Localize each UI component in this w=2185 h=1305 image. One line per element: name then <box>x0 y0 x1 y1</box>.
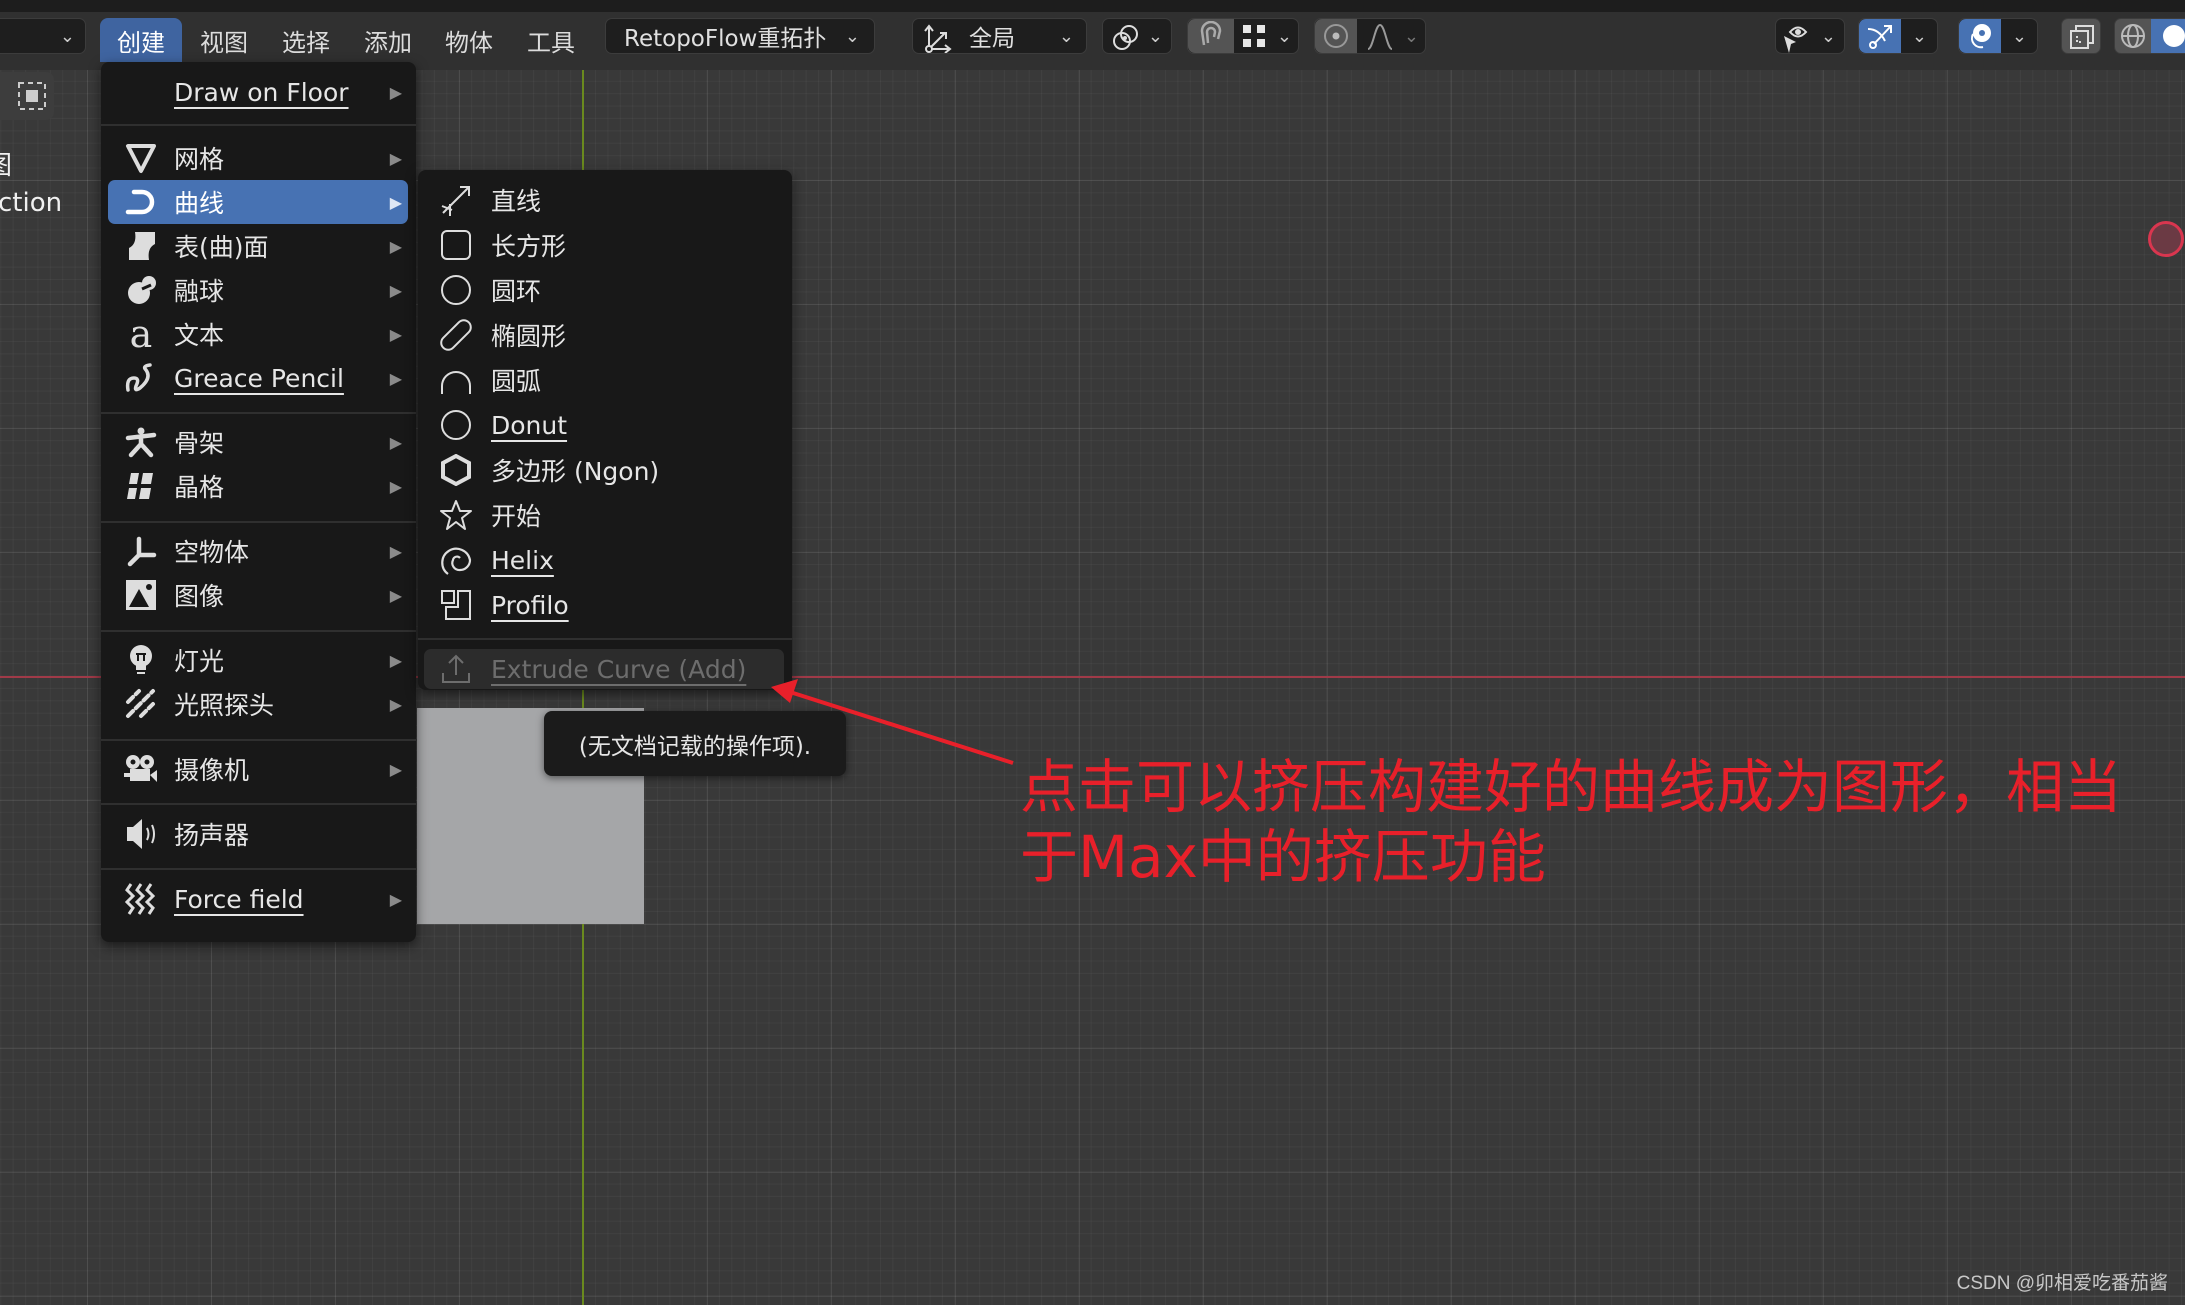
annotation-arrow <box>771 679 1014 765</box>
arrow-head-icon <box>771 679 798 703</box>
watermark: CSDN @卯相爱吃番茄酱 <box>1956 1273 2168 1294</box>
annotation-text: 点击可以挤压构建好的曲线成为图形，相当于Max中的挤压功能 <box>1020 753 2123 891</box>
